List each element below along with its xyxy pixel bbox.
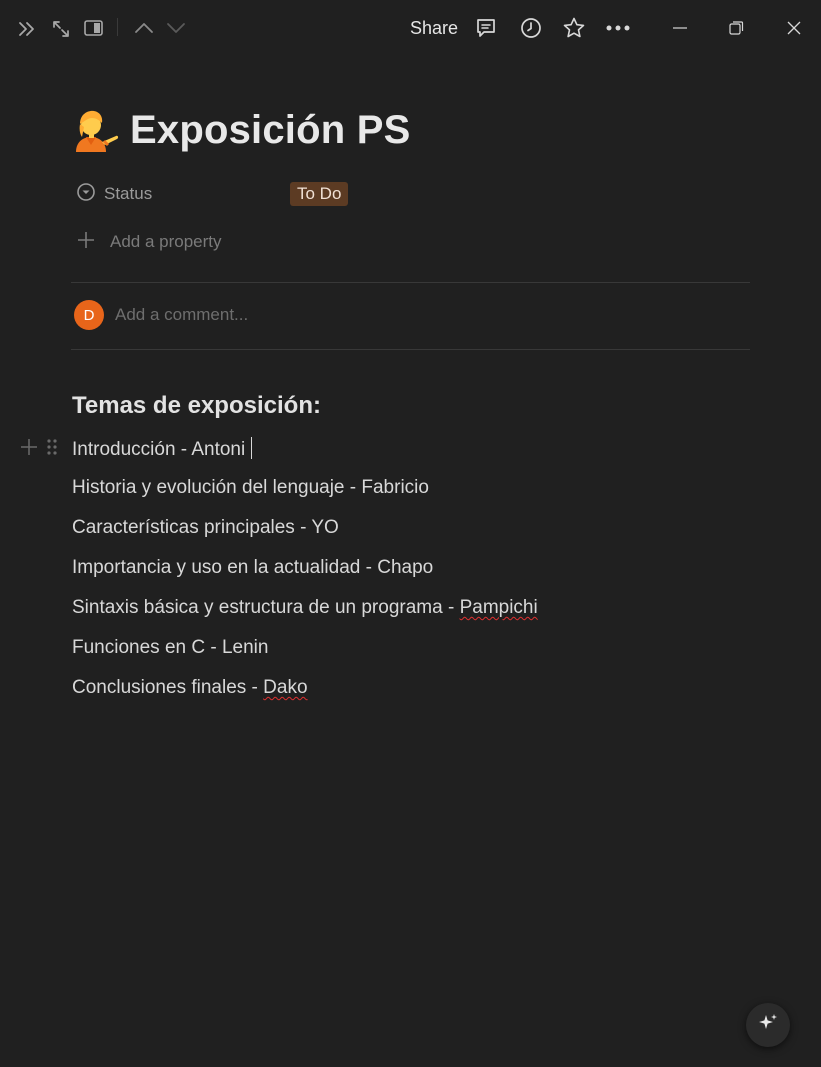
drag-handle-icon[interactable] xyxy=(46,438,58,461)
divider xyxy=(71,349,750,350)
star-icon[interactable] xyxy=(561,15,587,41)
chevron-up-icon[interactable] xyxy=(133,18,155,38)
comment-row: D Add a comment... xyxy=(74,300,248,330)
list-item[interactable]: Importancia y uso en la actualidad - Cha… xyxy=(72,557,433,579)
property-status: Status xyxy=(76,180,152,208)
list-item[interactable]: Introducción - Antoni xyxy=(72,437,253,461)
block-handles xyxy=(20,438,58,461)
sparkle-icon xyxy=(757,1012,779,1039)
page-title[interactable]: Exposición PS xyxy=(130,108,410,153)
restore-icon[interactable] xyxy=(726,18,746,38)
list-item-text: Características principales - YO xyxy=(72,517,339,538)
comment-icon[interactable] xyxy=(474,16,498,40)
close-icon[interactable] xyxy=(784,18,804,38)
list-item-text: Importancia y uso en la actualidad - Cha… xyxy=(72,557,434,578)
clock-icon[interactable] xyxy=(519,16,543,40)
text-cursor xyxy=(251,437,253,459)
minimize-icon[interactable] xyxy=(670,20,690,36)
list-item-text: Sintaxis básica y estructura de un progr… xyxy=(72,597,460,618)
add-property-button[interactable]: Add a property xyxy=(76,228,222,256)
status-badge[interactable]: To Do xyxy=(290,182,349,206)
list-item[interactable]: Sintaxis básica y estructura de un progr… xyxy=(72,597,538,619)
list-item-text: Conclusiones finales - xyxy=(72,677,264,698)
share-button[interactable]: Share xyxy=(410,18,458,39)
double-chevron-right-icon[interactable] xyxy=(16,18,38,40)
divider xyxy=(71,282,750,283)
add-property-label: Add a property xyxy=(110,232,222,251)
expand-icon[interactable] xyxy=(50,18,72,40)
plus-icon xyxy=(76,230,96,255)
content-heading[interactable]: Temas de exposición: xyxy=(72,392,321,420)
list-item[interactable]: Funciones en C - Lenin xyxy=(72,637,268,659)
person-tipping-hand-emoji-icon[interactable] xyxy=(72,106,120,154)
comment-input[interactable]: Add a comment... xyxy=(115,305,248,325)
add-block-plus-icon[interactable] xyxy=(20,438,38,461)
list-item[interactable]: Conclusiones finales - Dako xyxy=(72,677,308,699)
toolbar-separator xyxy=(117,18,118,36)
list-item[interactable]: Historia y evolución del lenguaje - Fabr… xyxy=(72,477,429,499)
spellcheck-flagged-word: Pampichi xyxy=(459,597,538,618)
property-label-status[interactable]: Status xyxy=(104,184,152,204)
list-item[interactable]: Características principales - YO xyxy=(72,517,339,539)
spellcheck-flagged-word: Dako xyxy=(263,677,308,698)
ai-assistant-button[interactable] xyxy=(746,1003,790,1047)
more-icon[interactable] xyxy=(605,20,631,36)
status-property-icon xyxy=(76,182,96,207)
list-item-text: Historia y evolución del lenguaje - Fabr… xyxy=(72,477,429,498)
page-header: Exposición PS xyxy=(72,106,410,154)
top-bar: Share xyxy=(0,0,821,56)
chevron-down-icon[interactable] xyxy=(165,18,187,38)
sidebar-panel-icon[interactable] xyxy=(82,18,104,38)
list-item-text: Funciones en C - Lenin xyxy=(72,637,269,658)
avatar: D xyxy=(74,300,104,330)
list-item-text: Introducción - Antoni xyxy=(72,439,246,460)
